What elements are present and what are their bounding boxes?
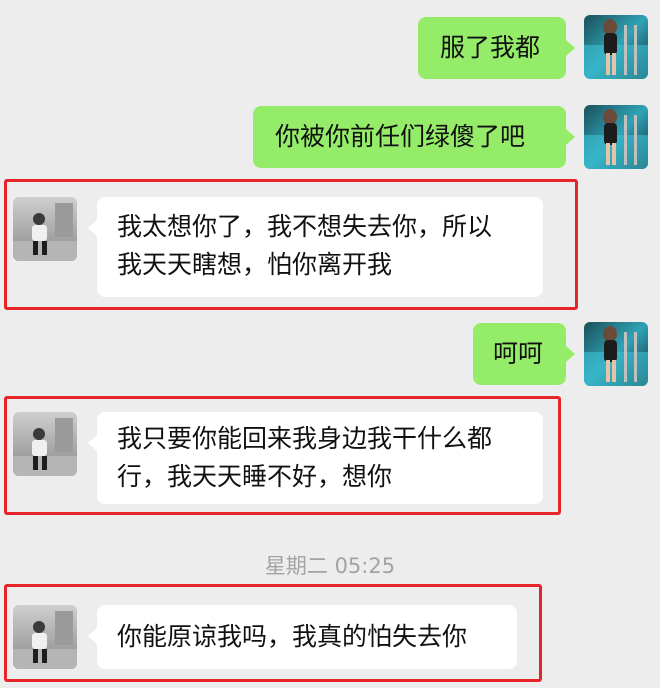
avatar-contact-person-icon (13, 605, 77, 669)
bubble-tail (566, 129, 575, 145)
bubble-tail (88, 628, 97, 644)
message-line: 我只要你能回来我身边我干什么都 (117, 424, 493, 453)
bubble-tail (566, 346, 575, 362)
avatar-self[interactable] (584, 322, 648, 386)
message-text: 呵呵 (493, 339, 544, 368)
avatar-self[interactable] (584, 105, 648, 169)
avatar-self-pool-icon (584, 15, 648, 79)
avatar-self-pool-icon (584, 105, 648, 169)
message-line: 我太想你了，我不想失去你，所以 (117, 212, 493, 241)
message-bubble-received[interactable]: 我只要你能回来我身边我干什么都 行，我天天睡不好，想你 (97, 412, 543, 504)
timestamp: 星期二 05:25 (264, 554, 396, 578)
message-text: 你被你前任们绿傻了吧 (275, 122, 526, 151)
message-bubble-sent[interactable]: 呵呵 (473, 323, 566, 385)
avatar-contact[interactable] (13, 197, 77, 261)
message-bubble-received[interactable]: 我太想你了，我不想失去你，所以 我天天瞎想，怕你离开我 (97, 197, 543, 297)
message-bubble-sent[interactable]: 服了我都 (418, 17, 566, 79)
avatar-self-pool-icon (584, 322, 648, 386)
message-text: 你能原谅我吗，我真的怕失去你 (117, 622, 468, 651)
bubble-tail (566, 40, 575, 56)
message-bubble-received[interactable]: 你能原谅我吗，我真的怕失去你 (97, 605, 517, 669)
avatar-contact[interactable] (13, 412, 77, 476)
message-line: 行，我天天睡不好，想你 (117, 462, 393, 491)
message-line: 我天天瞎想，怕你离开我 (117, 250, 393, 279)
avatar-contact[interactable] (13, 605, 77, 669)
avatar-self[interactable] (584, 15, 648, 79)
bubble-tail (88, 220, 97, 236)
avatar-contact-person-icon (13, 197, 77, 261)
avatar-contact-person-icon (13, 412, 77, 476)
message-bubble-sent[interactable]: 你被你前任们绿傻了吧 (253, 106, 566, 168)
message-text: 服了我都 (440, 33, 541, 62)
bubble-tail (88, 435, 97, 451)
